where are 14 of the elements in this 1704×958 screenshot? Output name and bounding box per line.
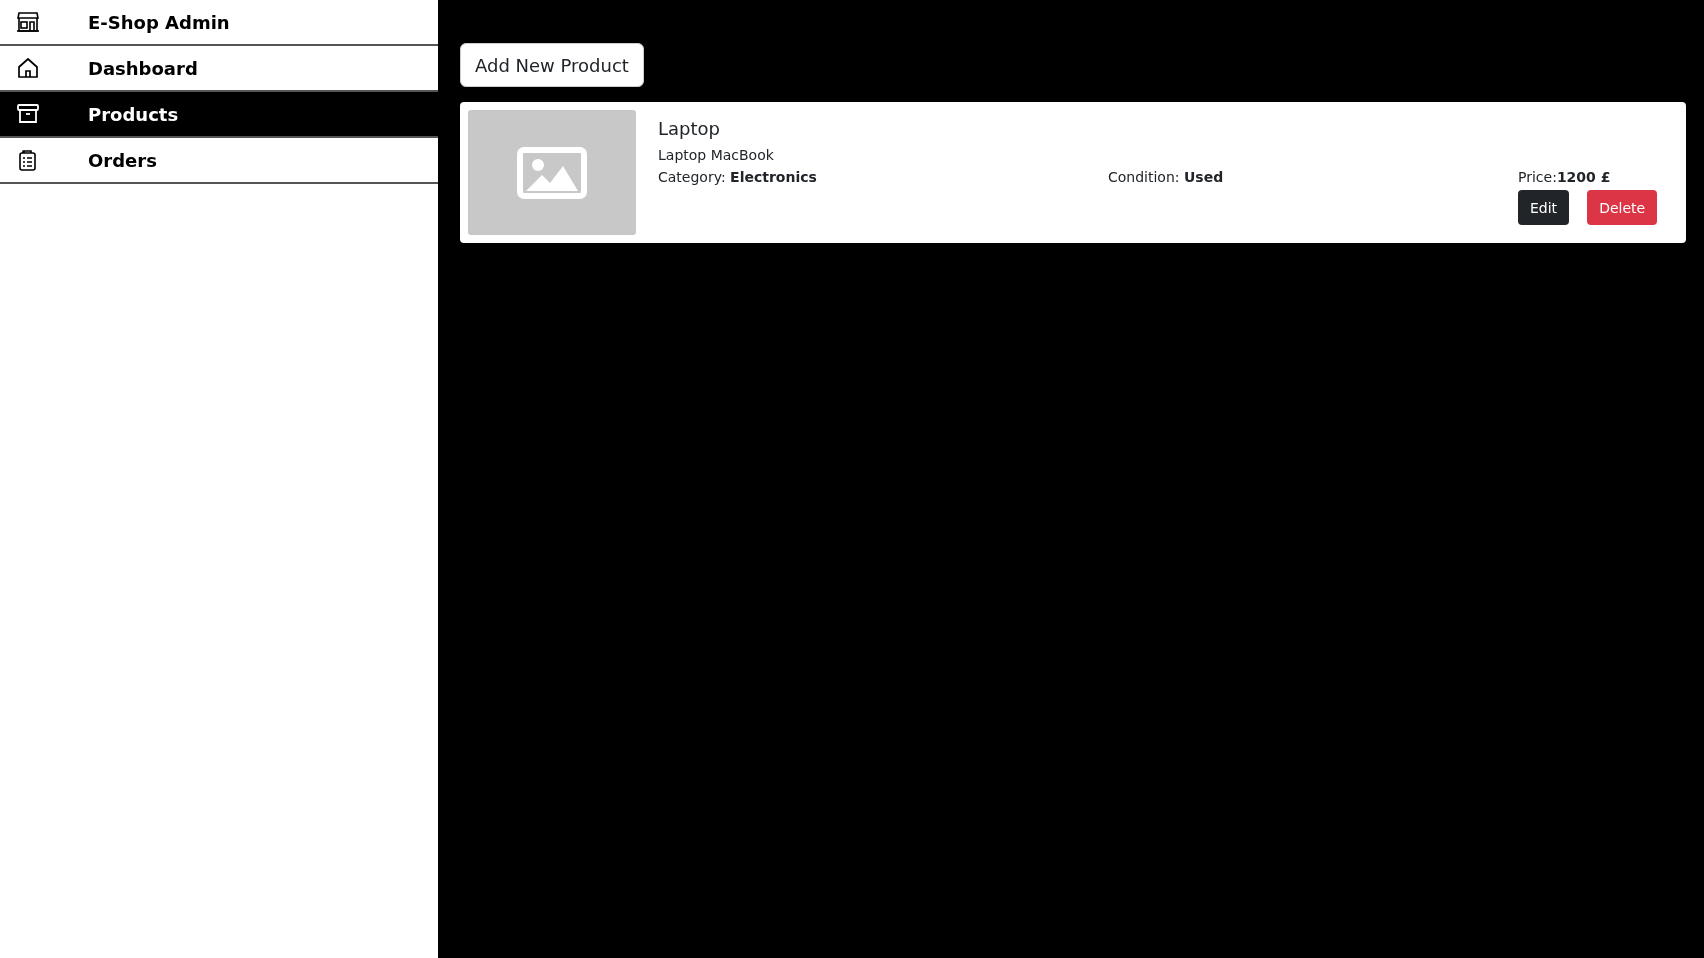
product-description: Laptop MacBook [658, 147, 775, 163]
home-icon [16, 56, 40, 80]
edit-button[interactable]: Edit [1518, 190, 1570, 225]
product-name: Laptop [658, 118, 721, 139]
archive-box-icon [16, 102, 40, 126]
category-text: Category: Electronics [658, 169, 818, 187]
add-product-button[interactable]: Add New Product [460, 43, 644, 87]
delete-button[interactable]: Delete [1587, 190, 1658, 225]
price-text: Price:1200 £ [1518, 169, 1612, 185]
brand-title: E-Shop Admin [87, 11, 230, 33]
storefront-icon [16, 10, 40, 34]
nav-item[interactable]: Products [0, 92, 438, 138]
condition-text: Condition: Used [1108, 169, 1225, 187]
image-icon [517, 146, 587, 199]
